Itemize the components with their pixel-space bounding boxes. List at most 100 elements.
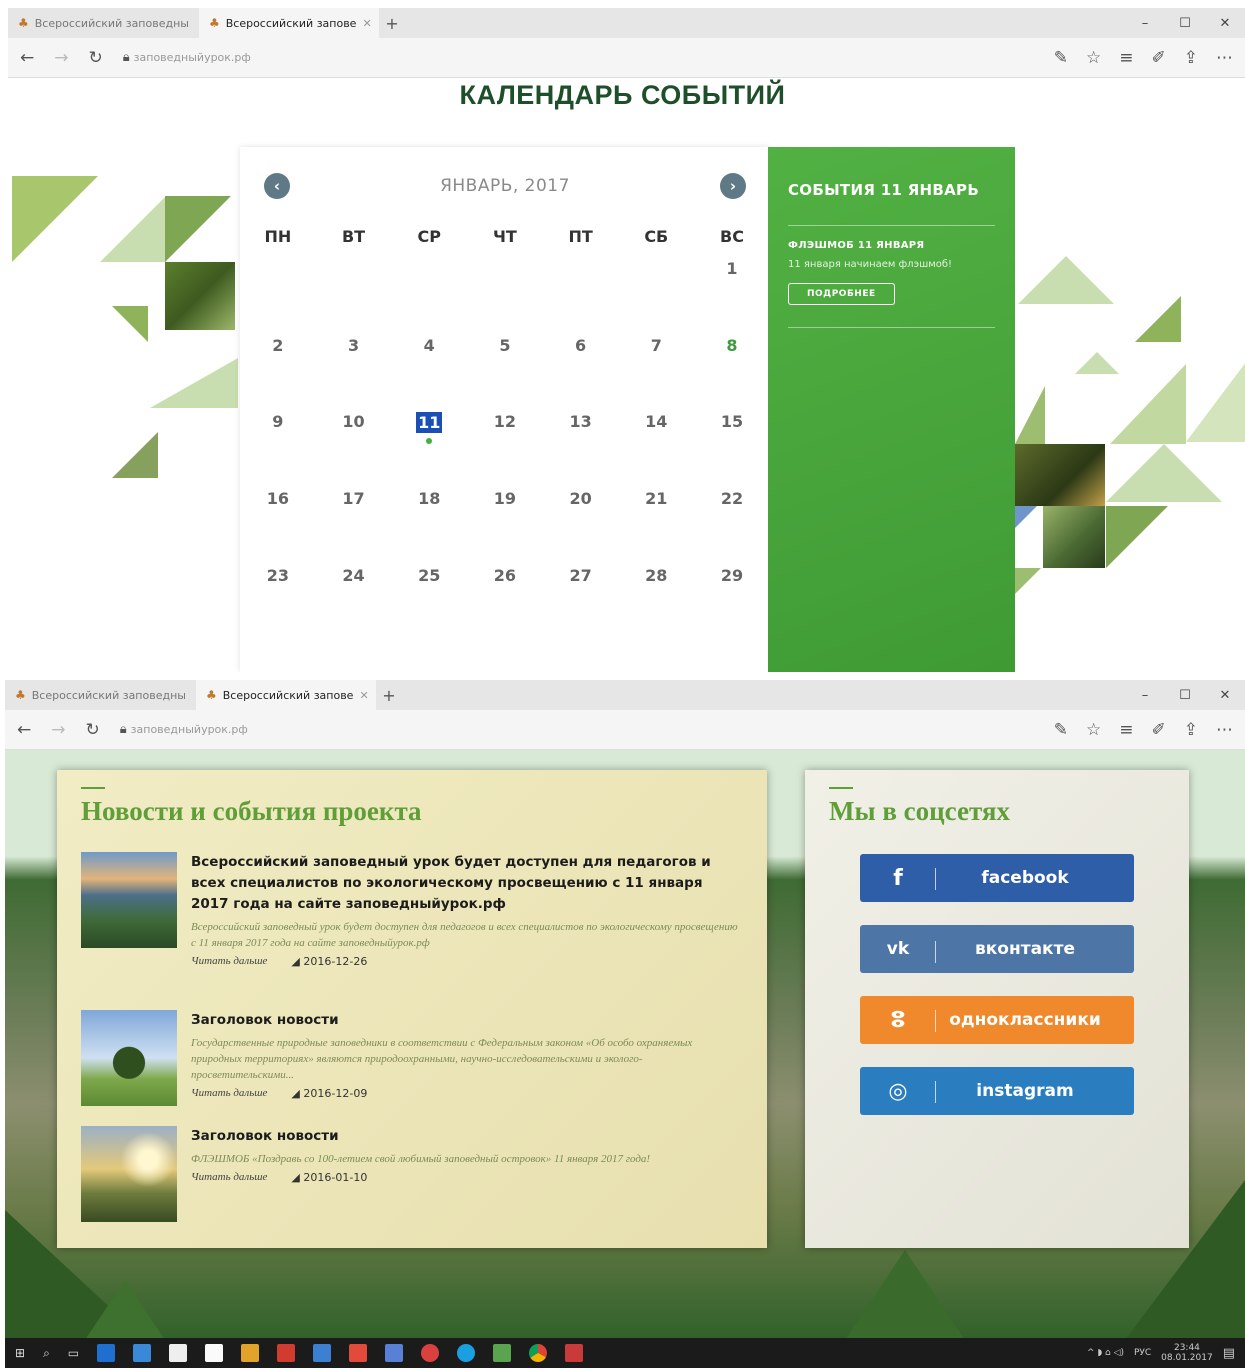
edge-icon[interactable] [97, 1344, 116, 1362]
instagram-button[interactable]: ◎ instagram [860, 1067, 1134, 1115]
read-more-link[interactable]: Читать дальше [191, 1171, 267, 1184]
forward-icon[interactable]: → [54, 48, 68, 68]
calendar-day[interactable]: 29 [694, 562, 770, 639]
close-window-icon[interactable]: ✕ [1205, 688, 1245, 703]
calendar-day[interactable]: 26 [467, 562, 543, 639]
minimize-icon[interactable]: – [1125, 16, 1165, 31]
tab-active[interactable]: ♣ Всероссийский заповe ✕ [195, 680, 376, 710]
headphones-icon[interactable] [241, 1344, 260, 1362]
skype-icon[interactable] [457, 1344, 476, 1362]
favorite-star-icon[interactable]: ☆ [1086, 720, 1101, 740]
maximize-icon[interactable]: ☐ [1165, 688, 1205, 703]
calendar-day[interactable]: 10 [316, 408, 392, 485]
app-icon[interactable] [565, 1344, 584, 1362]
clock[interactable]: 23:44 08.01.2017 [1161, 1343, 1213, 1363]
task-view-icon[interactable]: ▭ [68, 1346, 79, 1360]
calendar-day[interactable]: 9 [240, 408, 316, 485]
calendar-day[interactable]: 22 [694, 485, 770, 562]
calendar-day[interactable]: 28 [618, 562, 694, 639]
calendar-day[interactable]: 4 [391, 332, 467, 409]
calendar-day[interactable]: 2 [240, 332, 316, 409]
close-tab-icon[interactable]: ✕ [362, 17, 371, 30]
url-field[interactable]: заповедныйурок.рф [131, 723, 248, 736]
calendar-day[interactable]: 27 [543, 562, 619, 639]
calendar-day[interactable]: 11 [391, 408, 467, 485]
refresh-icon[interactable]: ↻ [86, 720, 100, 740]
read-more-link[interactable]: Читать дальше [191, 1087, 267, 1100]
back-icon[interactable]: ← [20, 48, 34, 68]
news-title[interactable]: Заголовок новости [191, 1010, 741, 1031]
notifications-icon[interactable]: ▤ [1223, 1346, 1235, 1361]
tab-inactive[interactable]: ♣ Всероссийский заповедны [8, 8, 199, 38]
store-icon[interactable] [169, 1344, 188, 1362]
tab-inactive[interactable]: ♣ Всероссийский заповедны [5, 680, 196, 710]
read-more-link[interactable]: Читать дальше [191, 955, 267, 968]
news-title[interactable]: Заголовок новости [191, 1126, 650, 1147]
tab-active[interactable]: ♣ Всероссийский заповe ✕ [198, 8, 379, 38]
calendar-day[interactable]: 5 [467, 332, 543, 409]
calendar-day[interactable]: 15 [694, 408, 770, 485]
url-field[interactable]: заповедныйурок.рф [134, 51, 251, 64]
calendar-day[interactable]: 8 [694, 332, 770, 409]
calendar-day[interactable]: 19 [467, 485, 543, 562]
more-icon[interactable]: ⋯ [1216, 720, 1233, 740]
calendar-day[interactable]: 14 [618, 408, 694, 485]
calendar-day[interactable]: 6 [543, 332, 619, 409]
facebook-button[interactable]: f facebook [860, 854, 1134, 902]
tray-icons[interactable]: ^ ◗ ⌂ ◁) [1087, 1348, 1124, 1358]
search-icon[interactable]: ⌕ [43, 1346, 50, 1361]
reading-view-icon[interactable]: ✎ [1054, 720, 1068, 740]
more-icon[interactable]: ⋯ [1216, 48, 1233, 68]
prev-month-button[interactable]: ‹ [264, 173, 290, 199]
language-indicator[interactable]: РУС [1134, 1348, 1151, 1358]
chrome-icon[interactable] [529, 1344, 548, 1362]
calendar-day[interactable]: 16 [240, 485, 316, 562]
forward-icon[interactable]: → [51, 720, 65, 740]
maximize-icon[interactable]: ☐ [1165, 16, 1205, 31]
calendar-day[interactable]: 12 [467, 408, 543, 485]
note-icon[interactable]: ✐ [1152, 48, 1166, 68]
monitor-icon[interactable] [313, 1344, 332, 1362]
file-icon[interactable] [205, 1344, 224, 1362]
note-icon[interactable]: ✐ [1152, 720, 1166, 740]
calendar-day[interactable]: 1 [694, 255, 770, 332]
app-icon[interactable] [385, 1344, 404, 1362]
news-thumbnail[interactable] [81, 852, 177, 948]
close-tab-icon[interactable]: ✕ [359, 689, 368, 702]
yandex-browser-icon[interactable] [421, 1344, 440, 1362]
yandex-icon[interactable] [349, 1344, 368, 1362]
next-month-button[interactable]: › [720, 173, 746, 199]
calendar-day[interactable]: 24 [316, 562, 392, 639]
hub-icon[interactable]: ≡ [1119, 720, 1133, 740]
new-tab-icon[interactable]: + [379, 14, 405, 33]
calendar-day[interactable]: 7 [618, 332, 694, 409]
acrobat-icon[interactable] [277, 1344, 296, 1362]
back-icon[interactable]: ← [17, 720, 31, 740]
event-title[interactable]: ФЛЭШМОБ 11 ЯНВАРЯ [788, 240, 995, 251]
calendar-day[interactable]: 20 [543, 485, 619, 562]
hub-icon[interactable]: ≡ [1119, 48, 1133, 68]
news-thumbnail[interactable] [81, 1010, 177, 1106]
news-thumbnail[interactable] [81, 1126, 177, 1222]
odnoklassniki-button[interactable]: ⵓ одноклассники [860, 996, 1134, 1044]
calendar-day[interactable]: 3 [316, 332, 392, 409]
details-button[interactable]: ПОДРОБНЕЕ [788, 283, 895, 305]
vkontakte-button[interactable]: vk вконтакте [860, 925, 1134, 973]
calendar-day[interactable]: 23 [240, 562, 316, 639]
news-title[interactable]: Всероссийский заповедный урок будет дост… [191, 852, 741, 915]
share-icon[interactable]: ⇪ [1184, 48, 1198, 68]
start-icon[interactable]: ⊞ [15, 1346, 25, 1360]
favorite-star-icon[interactable]: ☆ [1086, 48, 1101, 68]
refresh-icon[interactable]: ↻ [89, 48, 103, 68]
app-icon[interactable] [133, 1344, 152, 1362]
reading-view-icon[interactable]: ✎ [1054, 48, 1068, 68]
calendar-day[interactable]: 21 [618, 485, 694, 562]
new-tab-icon[interactable]: + [376, 686, 402, 705]
share-icon[interactable]: ⇪ [1184, 720, 1198, 740]
minimize-icon[interactable]: – [1125, 688, 1165, 703]
calendar-day[interactable]: 25 [391, 562, 467, 639]
close-window-icon[interactable]: ✕ [1205, 16, 1245, 31]
calendar-day[interactable]: 17 [316, 485, 392, 562]
app-icon[interactable] [493, 1344, 512, 1362]
calendar-day[interactable]: 13 [543, 408, 619, 485]
